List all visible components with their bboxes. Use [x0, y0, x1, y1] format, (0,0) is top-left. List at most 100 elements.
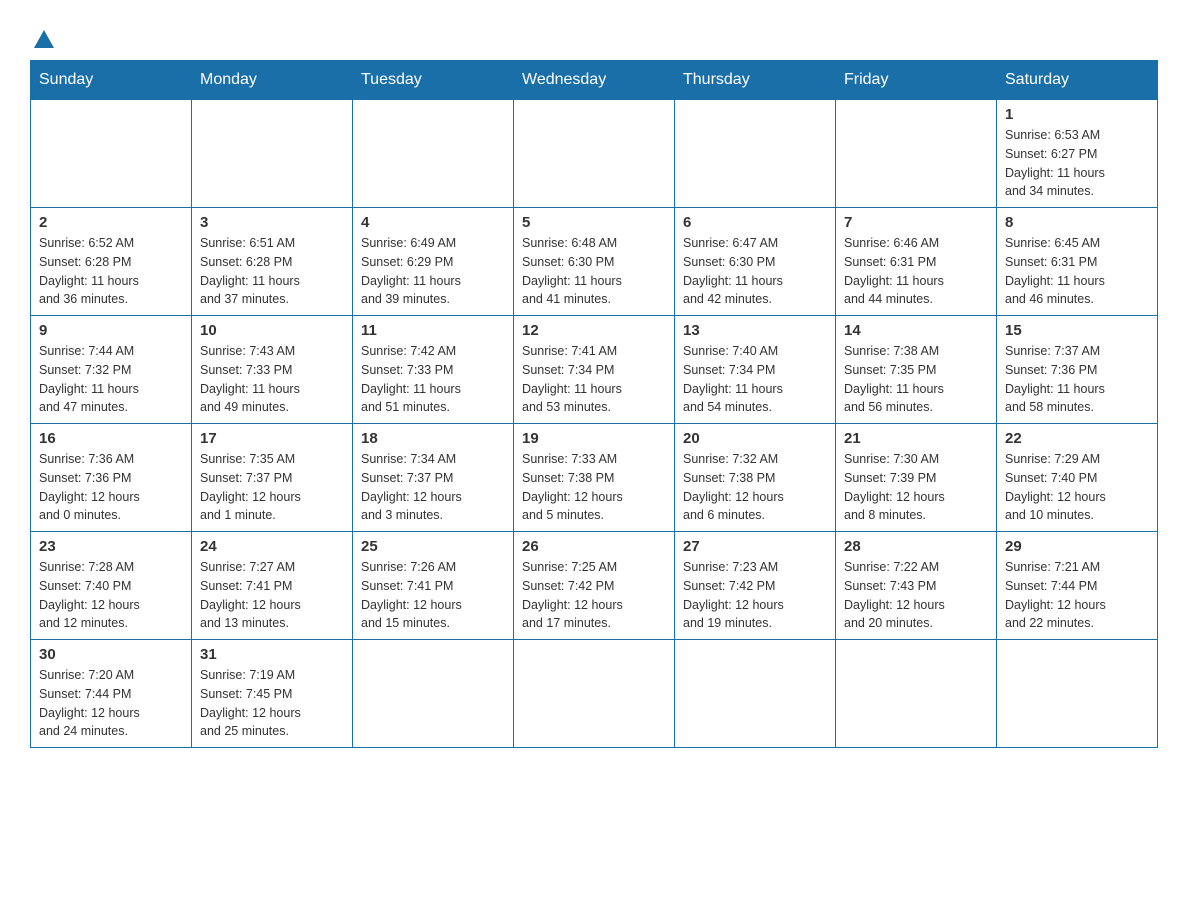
calendar-cell: 20 Sunrise: 7:32 AMSunset: 7:38 PMDayligh… — [675, 424, 836, 532]
calendar-cell: 17 Sunrise: 7:35 AMSunset: 7:37 PMDayligh… — [192, 424, 353, 532]
day-info: Sunrise: 7:22 AMSunset: 7:43 PMDaylight:… — [844, 558, 988, 633]
calendar-cell — [353, 640, 514, 748]
day-number: 18 — [361, 430, 505, 447]
calendar-cell — [514, 640, 675, 748]
calendar-cell: 27 Sunrise: 7:23 AMSunset: 7:42 PMDayligh… — [675, 532, 836, 640]
day-info: Sunrise: 7:28 AMSunset: 7:40 PMDaylight:… — [39, 558, 183, 633]
day-number: 2 — [39, 214, 183, 231]
calendar-cell: 6 Sunrise: 6:47 AMSunset: 6:30 PMDaylight… — [675, 208, 836, 316]
day-info: Sunrise: 7:43 AMSunset: 7:33 PMDaylight:… — [200, 342, 344, 417]
calendar-cell — [514, 100, 675, 208]
calendar-cell — [353, 100, 514, 208]
calendar-cell — [675, 100, 836, 208]
calendar-cell: 13 Sunrise: 7:40 AMSunset: 7:34 PMDayligh… — [675, 316, 836, 424]
calendar-cell — [836, 640, 997, 748]
calendar-cell: 28Sunrise: 7:22 AMSunset: 7:43 PMDayligh… — [836, 532, 997, 640]
calendar-cell: 5Sunrise: 6:48 AMSunset: 6:30 PMDaylight… — [514, 208, 675, 316]
calendar-cell: 21 Sunrise: 7:30 AMSunset: 7:39 PMDayligh… — [836, 424, 997, 532]
day-info: Sunrise: 7:40 AMSunset: 7:34 PMDaylight:… — [683, 342, 827, 417]
page-header — [30, 20, 1158, 50]
day-number: 1 — [1005, 106, 1149, 123]
day-number: 27 — [683, 538, 827, 555]
day-number: 6 — [683, 214, 827, 231]
day-info: Sunrise: 7:37 AMSunset: 7:36 PMDaylight:… — [1005, 342, 1149, 417]
day-info: Sunrise: 7:26 AMSunset: 7:41 PMDaylight:… — [361, 558, 505, 633]
day-number: 16 — [39, 430, 183, 447]
day-info: Sunrise: 7:23 AMSunset: 7:42 PMDaylight:… — [683, 558, 827, 633]
day-info: Sunrise: 7:25 AMSunset: 7:42 PMDaylight:… — [522, 558, 666, 633]
day-number: 25 — [361, 538, 505, 555]
calendar-cell: 25 Sunrise: 7:26 AMSunset: 7:41 PMDayligh… — [353, 532, 514, 640]
calendar-cell — [192, 100, 353, 208]
calendar-cell — [31, 100, 192, 208]
day-number: 13 — [683, 322, 827, 339]
calendar-week-5: 23 Sunrise: 7:28 AMSunset: 7:40 PMDayligh… — [31, 532, 1158, 640]
calendar-table: SundayMondayTuesdayWednesdayThursdayFrid… — [30, 60, 1158, 748]
calendar-cell: 26 Sunrise: 7:25 AMSunset: 7:42 PMDayligh… — [514, 532, 675, 640]
calendar-cell: 8 Sunrise: 6:45 AMSunset: 6:31 PMDaylight… — [997, 208, 1158, 316]
day-info: Sunrise: 7:30 AMSunset: 7:39 PMDaylight:… — [844, 450, 988, 525]
calendar-cell: 11 Sunrise: 7:42 AMSunset: 7:33 PMDayligh… — [353, 316, 514, 424]
day-number: 10 — [200, 322, 344, 339]
calendar-cell: 16 Sunrise: 7:36 AMSunset: 7:36 PMDayligh… — [31, 424, 192, 532]
calendar-cell: 19 Sunrise: 7:33 AMSunset: 7:38 PMDayligh… — [514, 424, 675, 532]
weekday-header-monday: Monday — [192, 61, 353, 100]
calendar-week-1: 1Sunrise: 6:53 AMSunset: 6:27 PMDaylight… — [31, 100, 1158, 208]
calendar-cell: 18 Sunrise: 7:34 AMSunset: 7:37 PMDayligh… — [353, 424, 514, 532]
calendar-cell: 15Sunrise: 7:37 AMSunset: 7:36 PMDayligh… — [997, 316, 1158, 424]
calendar-cell: 23 Sunrise: 7:28 AMSunset: 7:40 PMDayligh… — [31, 532, 192, 640]
day-number: 4 — [361, 214, 505, 231]
day-number: 26 — [522, 538, 666, 555]
weekday-header-saturday: Saturday — [997, 61, 1158, 100]
day-info: Sunrise: 7:36 AMSunset: 7:36 PMDaylight:… — [39, 450, 183, 525]
day-info: Sunrise: 7:42 AMSunset: 7:33 PMDaylight:… — [361, 342, 505, 417]
calendar-cell: 2Sunrise: 6:52 AMSunset: 6:28 PMDaylight… — [31, 208, 192, 316]
day-number: 14 — [844, 322, 988, 339]
day-number: 30 — [39, 646, 183, 663]
weekday-header-wednesday: Wednesday — [514, 61, 675, 100]
day-info: Sunrise: 7:44 AMSunset: 7:32 PMDaylight:… — [39, 342, 183, 417]
day-info: Sunrise: 7:35 AMSunset: 7:37 PMDaylight:… — [200, 450, 344, 525]
day-number: 8 — [1005, 214, 1149, 231]
day-info: Sunrise: 7:29 AMSunset: 7:40 PMDaylight:… — [1005, 450, 1149, 525]
calendar-cell: 29Sunrise: 7:21 AMSunset: 7:44 PMDayligh… — [997, 532, 1158, 640]
calendar-week-4: 16 Sunrise: 7:36 AMSunset: 7:36 PMDayligh… — [31, 424, 1158, 532]
day-info: Sunrise: 7:34 AMSunset: 7:37 PMDaylight:… — [361, 450, 505, 525]
day-info: Sunrise: 7:33 AMSunset: 7:38 PMDaylight:… — [522, 450, 666, 525]
weekday-header-thursday: Thursday — [675, 61, 836, 100]
weekday-header-row: SundayMondayTuesdayWednesdayThursdayFrid… — [31, 61, 1158, 100]
day-info: Sunrise: 6:48 AMSunset: 6:30 PMDaylight:… — [522, 234, 666, 309]
weekday-header-tuesday: Tuesday — [353, 61, 514, 100]
logo — [30, 30, 54, 50]
calendar-cell: 9 Sunrise: 7:44 AMSunset: 7:32 PMDaylight… — [31, 316, 192, 424]
day-info: Sunrise: 7:38 AMSunset: 7:35 PMDaylight:… — [844, 342, 988, 417]
weekday-header-friday: Friday — [836, 61, 997, 100]
day-number: 9 — [39, 322, 183, 339]
day-number: 3 — [200, 214, 344, 231]
day-number: 17 — [200, 430, 344, 447]
day-info: Sunrise: 7:32 AMSunset: 7:38 PMDaylight:… — [683, 450, 827, 525]
day-number: 24 — [200, 538, 344, 555]
calendar-cell: 31Sunrise: 7:19 AMSunset: 7:45 PMDayligh… — [192, 640, 353, 748]
calendar-cell — [836, 100, 997, 208]
day-number: 29 — [1005, 538, 1149, 555]
calendar-cell: 10 Sunrise: 7:43 AMSunset: 7:33 PMDayligh… — [192, 316, 353, 424]
day-info: Sunrise: 6:47 AMSunset: 6:30 PMDaylight:… — [683, 234, 827, 309]
calendar-week-2: 2Sunrise: 6:52 AMSunset: 6:28 PMDaylight… — [31, 208, 1158, 316]
calendar-cell: 7Sunrise: 6:46 AMSunset: 6:31 PMDaylight… — [836, 208, 997, 316]
weekday-header-sunday: Sunday — [31, 61, 192, 100]
calendar-cell: 4Sunrise: 6:49 AMSunset: 6:29 PMDaylight… — [353, 208, 514, 316]
day-number: 23 — [39, 538, 183, 555]
day-number: 11 — [361, 322, 505, 339]
day-number: 21 — [844, 430, 988, 447]
day-number: 20 — [683, 430, 827, 447]
day-info: Sunrise: 6:51 AMSunset: 6:28 PMDaylight:… — [200, 234, 344, 309]
day-info: Sunrise: 6:45 AMSunset: 6:31 PMDaylight:… — [1005, 234, 1149, 309]
day-number: 22 — [1005, 430, 1149, 447]
calendar-cell: 22 Sunrise: 7:29 AMSunset: 7:40 PMDayligh… — [997, 424, 1158, 532]
day-info: Sunrise: 7:20 AMSunset: 7:44 PMDaylight:… — [39, 666, 183, 741]
day-number: 12 — [522, 322, 666, 339]
day-number: 19 — [522, 430, 666, 447]
calendar-cell: 12Sunrise: 7:41 AMSunset: 7:34 PMDayligh… — [514, 316, 675, 424]
calendar-cell: 30 Sunrise: 7:20 AMSunset: 7:44 PMDayligh… — [31, 640, 192, 748]
